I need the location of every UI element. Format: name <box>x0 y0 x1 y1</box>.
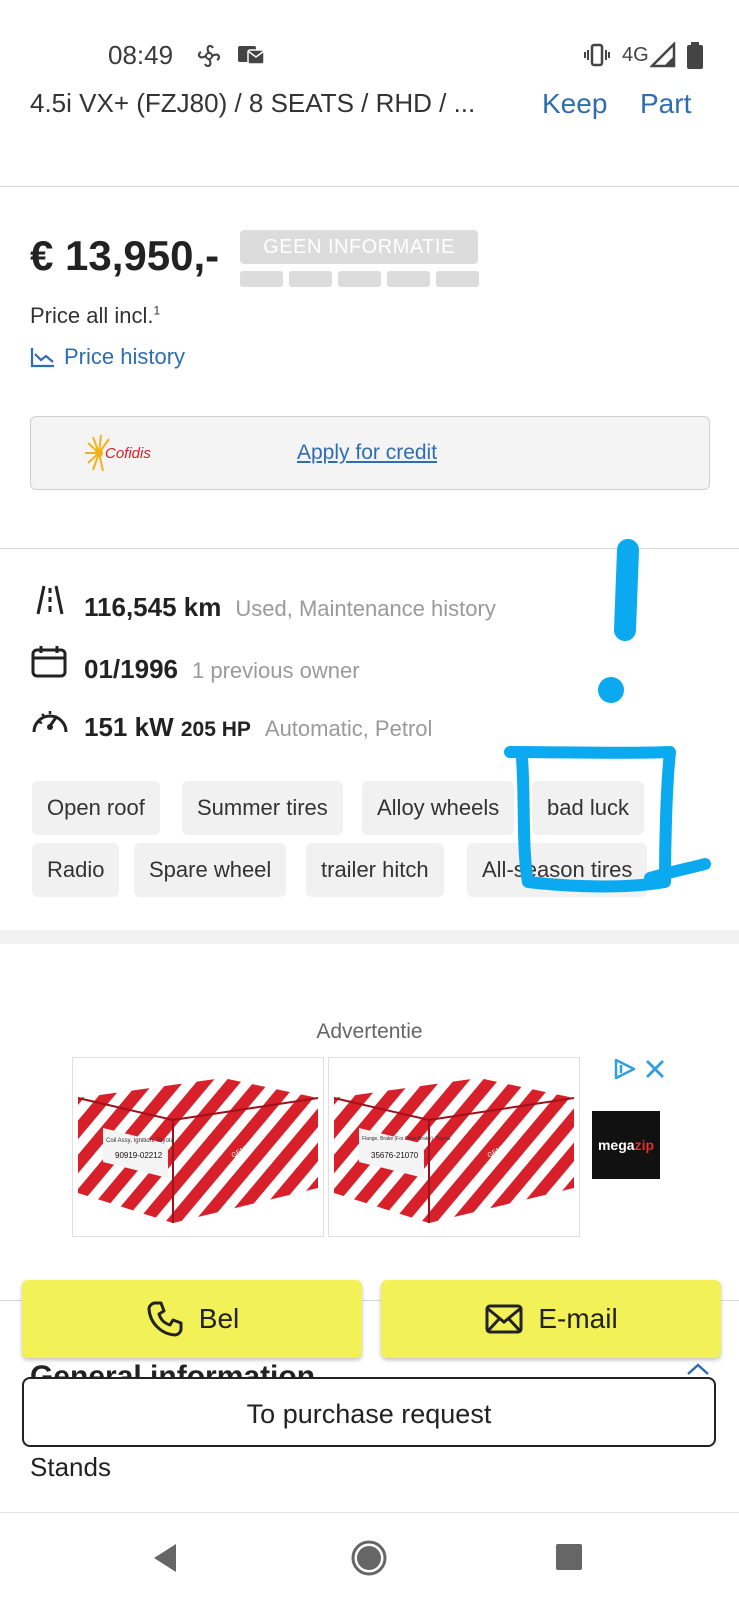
product-name: Coil Assy, Ignition, Toyota <box>106 1138 174 1144</box>
part-link[interactable]: Part <box>640 88 691 120</box>
ad-product-card[interactable]: Coil Assy, Ignition, Toyota 90919-02212 … <box>72 1057 324 1237</box>
cofidis-logo: Cofidis <box>85 434 151 472</box>
recents-icon[interactable] <box>553 1541 585 1573</box>
ad-product-card[interactable]: Flange, Brake (For Drive Brake), Toyota … <box>328 1057 580 1237</box>
credit-banner[interactable]: Cofidis Apply for credit <box>30 416 710 490</box>
rating-segment <box>436 271 479 287</box>
feature-chip[interactable]: Spare wheel <box>134 843 287 897</box>
signal-icon <box>650 42 676 68</box>
email-button[interactable]: E-mail <box>381 1280 721 1358</box>
feature-chip[interactable]: trailer hitch <box>306 843 444 897</box>
system-nav-bar <box>0 1512 739 1601</box>
phone-icon <box>147 1301 183 1337</box>
messages-icon <box>238 46 265 65</box>
price-history-label: Price history <box>64 344 186 369</box>
logo-part-b: zip <box>634 1137 655 1153</box>
cofidis-wordmark: Cofidis <box>105 445 151 462</box>
feature-chip[interactable]: Alloy wheels <box>362 781 515 835</box>
price-history-link[interactable]: Price history <box>30 344 185 370</box>
power-kw: 151 kW <box>84 712 174 742</box>
call-button[interactable]: Bel <box>22 1280 362 1358</box>
power-value: 151 kW 205 HP <box>84 712 251 743</box>
product-part-number: 35676-21070 <box>371 1151 419 1160</box>
logo-part-a: mega <box>597 1137 635 1153</box>
power-hp: 205 HP <box>180 718 251 741</box>
spec-mileage: 116,545 km Used, Maintenance history <box>30 584 496 623</box>
speedometer-icon <box>32 711 68 733</box>
price-note-text: Price all incl. <box>30 303 154 328</box>
product-box-image: Coil Assy, Ignition, Toyota 90919-02212 … <box>77 1078 319 1223</box>
header-divider <box>0 186 739 187</box>
vibrate-icon <box>584 43 610 67</box>
purchase-request-button[interactable]: To purchase request <box>22 1377 716 1447</box>
keep-link[interactable]: Keep <box>542 88 607 120</box>
rating-segment <box>289 271 332 287</box>
fan-icon <box>197 44 221 68</box>
call-button-label: Bel <box>198 1303 240 1334</box>
rating-segment <box>240 271 283 287</box>
envelope-icon <box>485 1304 523 1334</box>
registration-value: 01/1996 <box>84 654 178 684</box>
owner-count: 1 previous owner <box>191 658 360 683</box>
ad-choices-icon[interactable] <box>612 1057 640 1081</box>
rating-segment <box>387 271 430 287</box>
price-amount: € 13,950,- <box>30 232 220 279</box>
spec-registration: 01/1996 1 previous owner <box>30 644 360 685</box>
product-name: Flange, Brake (For Drive Brake), Toyota <box>362 1136 450 1142</box>
email-button-label: E-mail <box>538 1303 618 1334</box>
mileage-detail: Used, Maintenance history <box>235 596 496 621</box>
spec-power: 151 kW 205 HP Automatic, Petrol <box>30 704 432 743</box>
road-icon <box>36 585 64 615</box>
battery-icon <box>687 42 703 69</box>
chart-trend-icon <box>30 348 54 368</box>
calendar-icon <box>31 646 67 678</box>
apply-credit-link[interactable]: Apply for credit <box>297 441 437 465</box>
price-note: Price all incl.1 <box>30 303 160 329</box>
section-gap <box>0 930 739 944</box>
status-time: 08:49 <box>108 40 174 70</box>
feature-chip[interactable]: Open roof <box>32 781 160 835</box>
annotation-scribble <box>504 539 711 893</box>
transmission-fuel: Automatic, Petrol <box>264 716 433 741</box>
rating-segment <box>338 271 381 287</box>
back-icon[interactable] <box>148 1541 182 1575</box>
ad-label: Advertentie <box>316 1020 423 1043</box>
price-rating-badge: GEEN INFORMATIE <box>240 230 478 264</box>
stands-heading: Stands <box>30 1452 111 1482</box>
product-box-image: Flange, Brake (For Drive Brake), Toyota … <box>333 1078 575 1223</box>
network-type: 4G <box>622 44 649 66</box>
mileage-value: 116,545 km <box>84 592 222 622</box>
footnote-mark: 1 <box>153 303 161 318</box>
listing-title: 4.5i VX+ (FZJ80) / 8 SEATS / RHD / ... <box>30 88 476 118</box>
megazip-logo[interactable]: megazip <box>592 1111 660 1179</box>
home-icon[interactable] <box>350 1539 388 1577</box>
product-part-number: 90919-02212 <box>115 1151 163 1160</box>
feature-chip[interactable]: Summer tires <box>182 781 343 835</box>
chevron-up-icon[interactable] <box>686 1362 710 1376</box>
close-ad-icon[interactable] <box>644 1058 666 1080</box>
feature-chip[interactable]: Radio <box>32 843 120 897</box>
